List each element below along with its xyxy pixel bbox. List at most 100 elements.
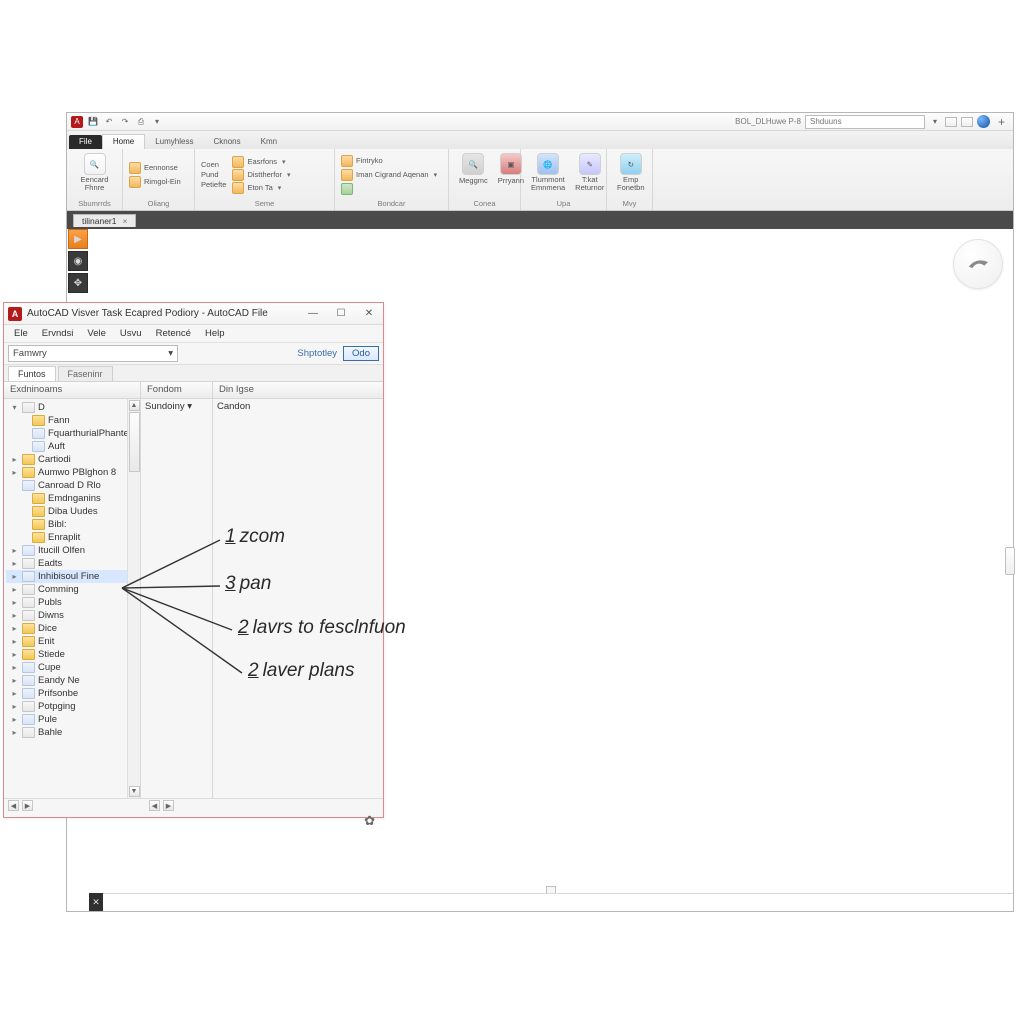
toolbar-link[interactable]: Shptotley (297, 348, 337, 359)
expand-toggle-icon[interactable]: ▾ (10, 403, 19, 412)
column-header[interactable]: Din Igse (213, 382, 383, 399)
ribbon-item[interactable]: Disttherfor (232, 169, 290, 181)
right-column-row[interactable]: Candon (213, 399, 383, 414)
expand-toggle-icon[interactable]: ▸ (10, 559, 19, 568)
ribbon-large-button[interactable]: ↻Emp Fonetbn (613, 151, 649, 198)
expand-toggle-icon[interactable] (20, 416, 29, 425)
vbar-pan-icon[interactable]: ✥ (68, 273, 88, 293)
tree-node[interactable]: ▸Eadts (6, 557, 138, 570)
ribbon-tab-3[interactable]: Cknons (203, 135, 250, 149)
tree-node[interactable]: ▸Eandy Ne (6, 674, 138, 687)
middle-column-row[interactable]: Sundoiny ▾ (141, 399, 212, 414)
subtab-active[interactable]: Funtos (8, 366, 56, 381)
go-button[interactable]: Odo (343, 346, 379, 361)
tree-node[interactable]: Fann (6, 414, 138, 427)
qat-undo-icon[interactable]: ↶ (103, 116, 115, 128)
close-icon[interactable]: × (123, 216, 128, 226)
scroll-right-icon[interactable]: ▶ (22, 800, 33, 811)
search-dropdown-icon[interactable]: ▾ (929, 116, 941, 128)
tree-node[interactable]: ▸Diwns (6, 609, 138, 622)
tree-node[interactable]: ▸Prifsonbe (6, 687, 138, 700)
popup-titlebar[interactable]: A AutoCAD Visver Task Ecapred Podiory - … (4, 303, 383, 325)
tree-node[interactable]: Canroad D Rlo (6, 479, 138, 492)
ribbon-item[interactable]: Rimgol-Ein (129, 176, 188, 188)
ribbon-item[interactable]: Iman Cigrand Aqenan (341, 169, 442, 181)
ribbon-tab-2[interactable]: Lumyhless (145, 135, 203, 149)
expand-toggle-icon[interactable]: ▸ (10, 715, 19, 724)
ribbon-large-button[interactable]: 🔍Meggmc (455, 151, 492, 198)
top-search-input[interactable] (805, 115, 925, 129)
ribbon-tab-4[interactable]: Kmn (251, 135, 287, 149)
tree-node[interactable]: Emdnganins (6, 492, 138, 505)
vbar-wheel-icon[interactable]: ◉ (68, 251, 88, 271)
expand-toggle-icon[interactable]: ▸ (10, 572, 19, 581)
right-panel-handle[interactable] (1005, 547, 1015, 575)
ribbon-large-button[interactable]: 🌐Tlummont Emnmena (527, 151, 569, 198)
tree-node[interactable]: Bibl: (6, 518, 138, 531)
ribbon-item[interactable]: Eennonse (129, 162, 188, 174)
expand-toggle-icon[interactable]: ▸ (10, 455, 19, 464)
scroll-left-icon[interactable]: ◀ (8, 800, 19, 811)
menu-item[interactable]: Ele (8, 326, 34, 341)
scroll-up-icon[interactable]: ▲ (129, 400, 140, 411)
expand-toggle-icon[interactable]: ▸ (10, 546, 19, 555)
ribbon-large-button[interactable]: ✎T:kat Returnor (571, 151, 608, 198)
expand-toggle-icon[interactable]: ▸ (10, 650, 19, 659)
expand-toggle-icon[interactable] (20, 520, 29, 529)
qat-redo-icon[interactable]: ↷ (119, 116, 131, 128)
column-header[interactable]: Fondom (141, 382, 212, 399)
layout-button[interactable] (945, 117, 957, 127)
tree-node[interactable]: ▸Itucill Olfen (6, 544, 138, 557)
layout-button-2[interactable] (961, 117, 973, 127)
tree-node[interactable]: ▾D (6, 401, 138, 414)
scroll-left-icon[interactable]: ◀ (149, 800, 160, 811)
menu-item[interactable]: Retencé (150, 326, 197, 341)
new-tab-button[interactable]: + (994, 115, 1009, 129)
expand-toggle-icon[interactable]: ▸ (10, 611, 19, 620)
expand-toggle-icon[interactable]: ▸ (10, 624, 19, 633)
folder-tree[interactable]: ▾DFannFquarthurialPhanteAuft▸Cartiodi▸Au… (4, 399, 140, 741)
expand-toggle-icon[interactable] (20, 429, 29, 438)
ribbon-large-button-1[interactable]: 🔍 Eencard Fhnre (73, 151, 116, 198)
tree-node[interactable]: ▸Cupe (6, 661, 138, 674)
category-combo[interactable]: Famwry▾ (8, 345, 178, 362)
expand-toggle-icon[interactable] (20, 494, 29, 503)
tree-node[interactable]: Enraplit (6, 531, 138, 544)
tree-node[interactable]: ▸Stiede (6, 648, 138, 661)
tree-node[interactable]: ▸Publs (6, 596, 138, 609)
ribbon-tab-home[interactable]: Home (102, 134, 145, 149)
expand-toggle-icon[interactable]: ▸ (10, 598, 19, 607)
expand-toggle-icon[interactable]: ▸ (10, 637, 19, 646)
tree-node[interactable]: ▸Cartiodi (6, 453, 138, 466)
menu-item[interactable]: Usvu (114, 326, 148, 341)
qat-save-icon[interactable]: 💾 (87, 116, 99, 128)
expand-toggle-icon[interactable] (20, 533, 29, 542)
menu-item[interactable]: Help (199, 326, 231, 341)
expand-toggle-icon[interactable]: ▸ (10, 663, 19, 672)
tree-node[interactable]: Auft (6, 440, 138, 453)
tree-node[interactable]: FquarthurialPhante (6, 427, 138, 440)
expand-toggle-icon[interactable] (20, 507, 29, 516)
user-orb-icon[interactable] (977, 115, 990, 128)
expand-toggle-icon[interactable] (10, 481, 19, 490)
ribbon-item[interactable]: Fintryko (341, 155, 442, 167)
subtab-inactive[interactable]: Faseninr (58, 366, 113, 381)
minimize-button[interactable]: — (299, 305, 327, 323)
expand-toggle-icon[interactable]: ▸ (10, 468, 19, 477)
ribbon-item[interactable]: Easrfons (232, 156, 290, 168)
qat-more-icon[interactable]: ▾ (151, 116, 163, 128)
tree-node[interactable]: ▸Aumwo PBlghon 8 (6, 466, 138, 479)
model-tab-corner[interactable]: ✕ (89, 893, 103, 911)
scroll-thumb[interactable] (129, 412, 140, 472)
menu-item[interactable]: Vele (81, 326, 112, 341)
column-header[interactable]: Exdninoams (4, 382, 140, 399)
expand-toggle-icon[interactable]: ▸ (10, 702, 19, 711)
tree-node[interactable]: ▸Bahle (6, 726, 138, 739)
scroll-right-icon[interactable]: ▶ (163, 800, 174, 811)
tree-node[interactable]: ▸Dice (6, 622, 138, 635)
viewcube-icon[interactable] (953, 239, 1003, 289)
expand-toggle-icon[interactable] (20, 442, 29, 451)
expand-toggle-icon[interactable]: ▸ (10, 689, 19, 698)
expand-toggle-icon[interactable]: ▸ (10, 728, 19, 737)
tree-node[interactable]: ▸Comming (6, 583, 138, 596)
